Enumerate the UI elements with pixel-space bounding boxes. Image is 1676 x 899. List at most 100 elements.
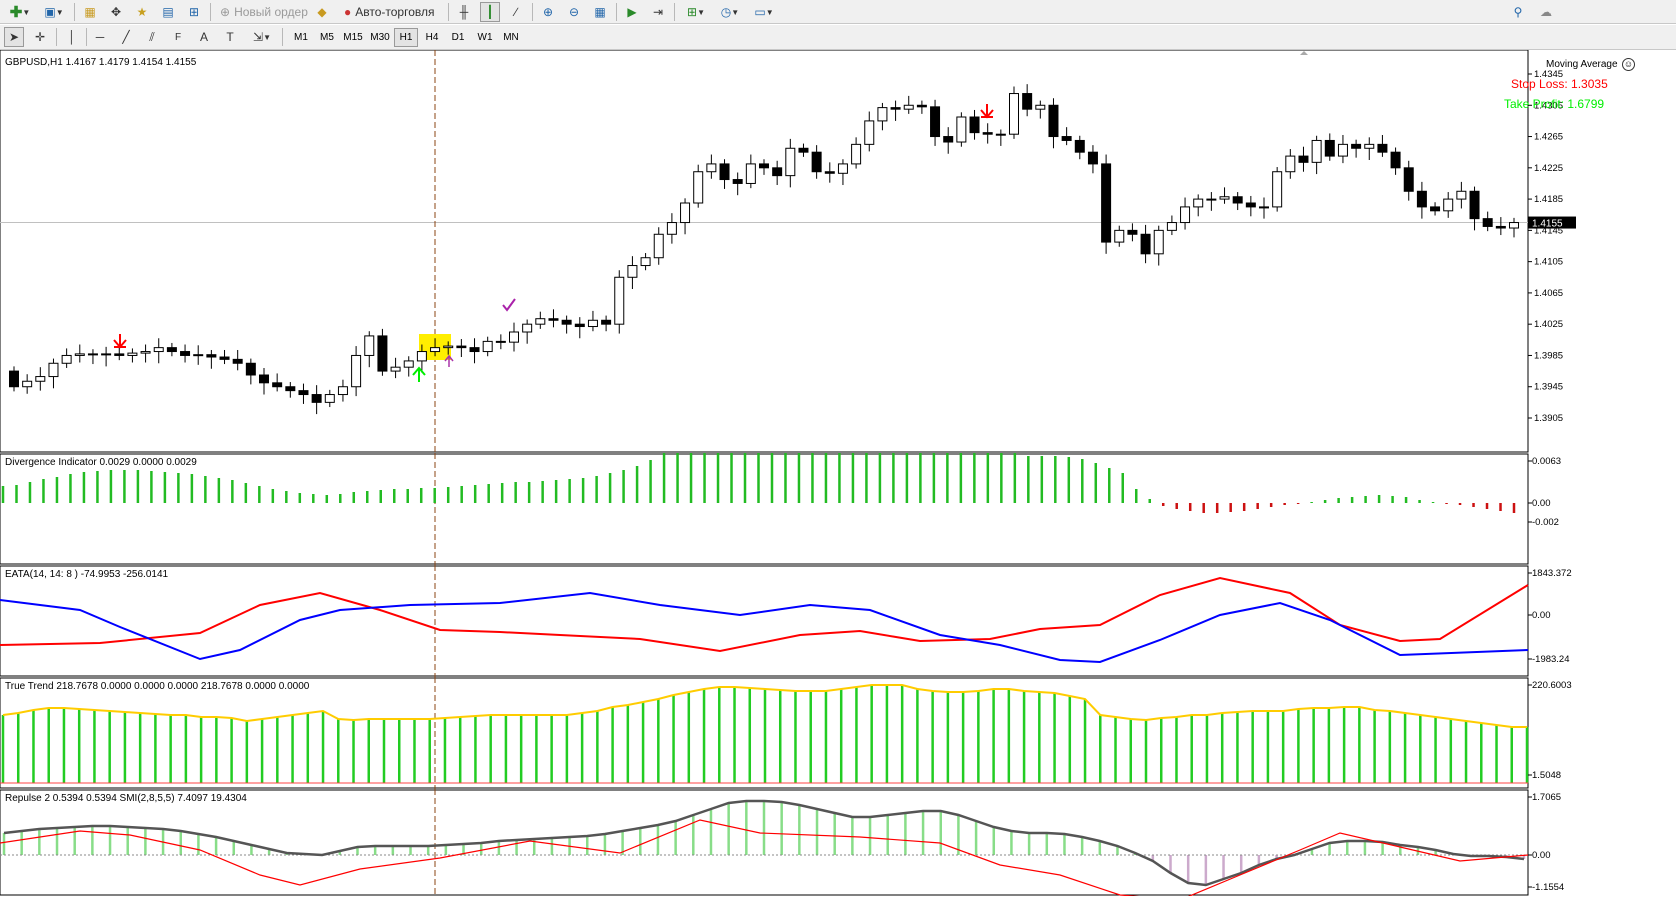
candle-body: [969, 116, 980, 134]
divergence-pane[interactable]: 0.0063 0.00 -0.002 Divergence Indicator 0.…: [0, 431, 1676, 565]
candle-body: [1272, 171, 1283, 208]
metaeditor-icon[interactable]: ◆: [312, 2, 332, 22]
indicators-icon[interactable]: ⊞ ▼: [680, 2, 712, 22]
data-window-icon[interactable]: ▤: [158, 2, 178, 22]
tile-windows-icon[interactable]: ▦: [590, 2, 610, 22]
chart-header: GBPUSD,H1 1.4167 1.4179 1.4154 1.4155: [5, 57, 197, 68]
timeframe-w1[interactable]: W1: [473, 28, 497, 47]
trendline-icon[interactable]: ╱: [116, 27, 136, 47]
candle-body: [324, 394, 335, 403]
candle-body: [916, 104, 927, 108]
repulse-histogram: 1.7065 0.00 -1.1554: [0, 789, 1564, 899]
candle-body: [640, 257, 651, 267]
candle-body: [627, 265, 638, 278]
candle-body: [785, 147, 796, 177]
candle-body: [259, 374, 269, 384]
eata-blue-line: [0, 591, 1529, 664]
candle-body: [48, 362, 59, 378]
arrows-icon[interactable]: ⇲ ▼: [246, 27, 278, 47]
repulse-header: Repulse 2 0.5394 0.5394 SMI(2,8,5,5) 7.4…: [5, 793, 247, 804]
timeframe-m15[interactable]: M15: [341, 28, 365, 47]
candle-body: [219, 356, 230, 360]
candle-body: [1324, 139, 1335, 157]
timeframe-h4[interactable]: H4: [420, 28, 444, 47]
price-label: 1.4065: [1534, 288, 1563, 299]
eata-red-line: [0, 576, 1529, 653]
text-icon[interactable]: A: [194, 27, 214, 47]
candle-body: [153, 347, 164, 353]
autoscroll-icon[interactable]: ▶: [622, 2, 642, 22]
candle-body: [180, 351, 191, 356]
text-label-icon[interactable]: T: [220, 27, 240, 47]
price-chart[interactable]: 1.43451.43051.42651.42251.41851.41451.41…: [0, 49, 1676, 453]
true-trend-histogram: 220.6003 1.5048: [0, 677, 1572, 789]
timeframe-mn[interactable]: MN: [499, 28, 523, 47]
zoom-out-icon[interactable]: ⊖: [564, 2, 584, 22]
zoom-in-icon[interactable]: ⊕: [538, 2, 558, 22]
candle-body: [1456, 190, 1467, 200]
search-icon[interactable]: ⚲: [1508, 2, 1528, 22]
candle-body: [1337, 143, 1348, 157]
axis-label: 0.00: [1532, 610, 1551, 621]
new-order-button[interactable]: ⊕ Новый ордер: [216, 2, 312, 22]
fibonacci-icon[interactable]: F: [168, 27, 188, 47]
axis-label: -1.1554: [1532, 882, 1564, 893]
candle-body: [1443, 198, 1454, 212]
profiles-icon[interactable]: ▣ ▼: [38, 2, 70, 22]
periods-icon[interactable]: ◷ ▼: [714, 2, 746, 22]
candle-body: [535, 318, 546, 325]
candle-body: [732, 179, 743, 184]
line-chart-icon[interactable]: ∕: [506, 2, 526, 22]
new-chart-icon[interactable]: ✚ ▼: [4, 2, 36, 22]
candle-body: [416, 351, 427, 362]
timeframe-m1[interactable]: M1: [289, 28, 313, 47]
candle-body: [1351, 143, 1362, 149]
price-label: 1.3905: [1534, 413, 1563, 424]
navigator-icon[interactable]: ✥: [106, 2, 126, 22]
candle-body: [140, 351, 151, 354]
candle-body: [614, 276, 625, 325]
candlestick-icon[interactable]: ┃: [480, 2, 500, 22]
true-trend-header: True Trend 218.7678 0.0000 0.0000 0.0000…: [5, 681, 310, 692]
candle-body: [811, 151, 822, 173]
timeframe-m30[interactable]: M30: [368, 28, 392, 47]
candle-body: [1114, 229, 1125, 243]
equidistant-channel-icon[interactable]: ⫽: [142, 27, 162, 47]
axis-label: 0.00: [1532, 498, 1551, 509]
timeframe-h1[interactable]: H1: [394, 28, 418, 47]
strategy-tester-icon[interactable]: ⊞: [184, 2, 204, 22]
repulse-pane[interactable]: 1.7065 0.00 -1.1554 Repulse 2 0.5394 0.539…: [0, 789, 1676, 899]
candle-body: [666, 222, 677, 235]
true-trend-pane[interactable]: 220.6003 1.5048 True Trend 218.7678 0.000…: [0, 677, 1676, 789]
market-watch-icon[interactable]: ▦: [80, 2, 100, 22]
templates-icon[interactable]: ▭ ▼: [748, 2, 780, 22]
timeframe-m5[interactable]: M5: [315, 28, 339, 47]
axis-label: 220.6003: [1532, 680, 1572, 691]
main-chart-pane[interactable]: 1.4345 1.4305 1.4265 1.4225 1.4185 1.4145 1.41…: [0, 49, 1676, 453]
candle-body: [272, 382, 283, 388]
timeframe-d1[interactable]: D1: [446, 28, 470, 47]
candle-body: [509, 331, 519, 343]
candle-body: [1377, 143, 1388, 153]
community-icon[interactable]: ☁: [1536, 2, 1556, 22]
chart-shift-icon[interactable]: ⇥: [648, 2, 668, 22]
candle-body: [311, 394, 322, 403]
divergence-histogram: 0.0063 0.00 -0.002: [0, 431, 1561, 565]
new-order-icon: ⊕: [220, 5, 231, 19]
current-price-label: 1.4155: [1532, 219, 1563, 230]
candle-body: [548, 318, 559, 321]
horizontal-line-icon[interactable]: ─: [90, 27, 110, 47]
candle-body: [1035, 104, 1046, 110]
crosshair-icon[interactable]: ✛: [30, 27, 50, 47]
vertical-line-icon[interactable]: │: [62, 27, 82, 47]
cursor-icon[interactable]: ➤: [4, 27, 24, 47]
candle-body: [561, 319, 572, 325]
autotrading-button[interactable]: ● Авто-торговля: [340, 2, 439, 22]
candle-body: [337, 386, 348, 396]
eata-pane[interactable]: 1843.372 0.00 -1983.24 EATA(14, 14: 8 ) -7…: [0, 565, 1676, 677]
bar-chart-icon[interactable]: ╫: [454, 2, 474, 22]
candle-body: [1101, 163, 1112, 243]
favorites-icon[interactable]: ★: [132, 2, 152, 22]
candle-body: [956, 116, 967, 143]
candle-body: [232, 358, 243, 364]
